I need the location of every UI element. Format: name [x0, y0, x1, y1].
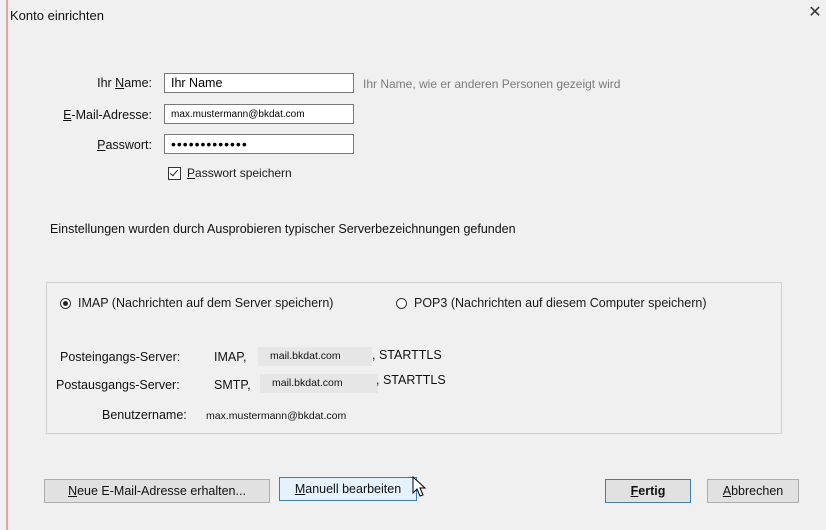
- email-input[interactable]: [164, 104, 354, 124]
- name-hint: Ihr Name, wie er anderen Personen gezeig…: [363, 77, 621, 91]
- password-label: Passwort:: [97, 138, 152, 152]
- name-label: Ihr Name:: [97, 76, 152, 90]
- account-setup-dialog: Konto einrichten ✕ Ihr Name: Ihr Name, w…: [0, 0, 826, 530]
- settings-found-text: Einstellungen wurden durch Ausprobieren …: [50, 222, 516, 236]
- outgoing-host: mail.bkdat.com: [260, 374, 378, 393]
- imap-option[interactable]: IMAP (Nachrichten auf dem Server speiche…: [60, 296, 333, 310]
- incoming-host: mail.bkdat.com: [258, 347, 372, 366]
- imap-radio[interactable]: [60, 297, 71, 309]
- mouse-pointer-icon: [412, 476, 427, 497]
- email-label: E-Mail-Adresse:: [63, 108, 152, 122]
- outgoing-protocol: SMTP,: [214, 378, 251, 392]
- pop3-option[interactable]: POP3 (Nachrichten auf diesem Computer sp…: [396, 296, 707, 310]
- incoming-server-label: Posteingangs-Server:: [60, 350, 181, 364]
- incoming-protocol: IMAP,: [214, 350, 247, 364]
- outgoing-security: , STARTTLS: [376, 373, 446, 387]
- remember-password-label: Passwort speichern: [187, 166, 292, 180]
- window-left-border: [6, 0, 8, 530]
- remember-password-row[interactable]: Passwort speichern: [168, 166, 292, 180]
- window-title: Konto einrichten: [10, 8, 104, 23]
- done-button[interactable]: Fertig: [605, 479, 691, 503]
- outgoing-server-label: Postausgangs-Server:: [56, 378, 180, 392]
- imap-label: IMAP (Nachrichten auf dem Server speiche…: [78, 296, 334, 310]
- name-input[interactable]: [164, 73, 354, 93]
- manual-edit-button[interactable]: Manuell bearbeiten: [279, 477, 417, 501]
- pop3-label: POP3 (Nachrichten auf diesem Computer sp…: [414, 296, 707, 310]
- remember-password-checkbox[interactable]: [168, 166, 181, 180]
- get-new-address-button[interactable]: Neue E-Mail-Adresse erhalten...: [44, 479, 270, 503]
- close-icon[interactable]: ✕: [806, 4, 824, 22]
- username-label: Benutzername:: [102, 408, 187, 422]
- password-input[interactable]: [164, 134, 354, 154]
- cancel-button[interactable]: Abbrechen: [707, 479, 799, 503]
- incoming-security: , STARTTLS: [372, 348, 442, 362]
- pop3-radio[interactable]: [396, 297, 407, 309]
- username-value: max.mustermann@bkdat.com: [206, 410, 347, 422]
